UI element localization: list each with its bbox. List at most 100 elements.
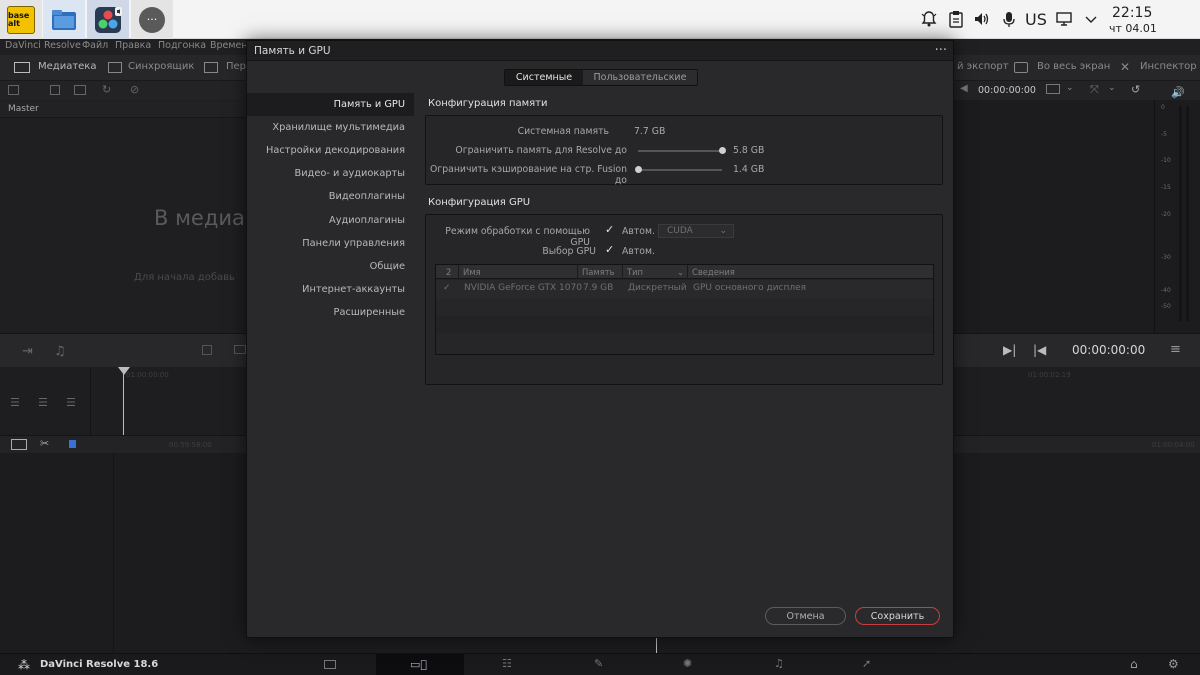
- bin-label[interactable]: Master: [8, 104, 39, 114]
- link-icon[interactable]: ⊘: [130, 83, 139, 96]
- gpu-table-header-name[interactable]: Имя: [463, 267, 481, 277]
- category-audio-plugins[interactable]: Аудиоплагины: [247, 208, 414, 231]
- basealt-app-button[interactable]: base alt: [0, 0, 42, 39]
- category-general[interactable]: Общие: [247, 255, 414, 278]
- sync-bin-button[interactable]: Синхроящик: [128, 61, 194, 72]
- settings-gear-icon[interactable]: ⚙: [1168, 657, 1179, 671]
- cut-page-tab[interactable]: ▭⃫: [376, 654, 464, 675]
- clip-view-icon[interactable]: [11, 439, 27, 450]
- transform-icon[interactable]: ⤧: [1090, 83, 1099, 97]
- menu-edit[interactable]: Правка: [115, 40, 151, 51]
- media-pool-header: Master: [0, 101, 246, 118]
- davinci-app-button[interactable]: [87, 0, 129, 39]
- inspector-button[interactable]: Инспектор: [1140, 61, 1197, 72]
- fusion-cache-slider-knob[interactable]: [634, 166, 642, 173]
- category-video-plugins[interactable]: Видеоплагины: [247, 185, 414, 208]
- gpu-mode-auto-checkbox[interactable]: ✓: [605, 223, 614, 236]
- notifications-icon[interactable]: [918, 8, 940, 30]
- transitions-button[interactable]: Пер: [226, 61, 246, 72]
- quick-export-button[interactable]: й экспорт: [957, 61, 1009, 72]
- microphone-icon[interactable]: [998, 8, 1020, 30]
- tab-user[interactable]: Пользовательские: [583, 70, 697, 85]
- fullscreen-button[interactable]: Во весь экран: [1037, 61, 1110, 72]
- media-pool-button[interactable]: Медиатека: [38, 61, 96, 72]
- save-button[interactable]: Сохранить: [855, 607, 940, 625]
- network-icon[interactable]: [1053, 8, 1075, 30]
- new-timeline-icon[interactable]: [74, 85, 86, 95]
- flag-icon[interactable]: [69, 440, 76, 448]
- menu-timeline[interactable]: Времен: [210, 40, 248, 51]
- resolve-memory-slider-track[interactable]: [638, 150, 722, 152]
- audio-toggle-icon[interactable]: ◀: [960, 83, 968, 94]
- frame-icon[interactable]: [234, 345, 246, 354]
- preferences-dialog: Память и GPU ··· Системные Пользовательс…: [246, 40, 954, 638]
- category-memory-gpu[interactable]: Память и GPU: [247, 93, 414, 117]
- gpu-table-header-count[interactable]: 2: [446, 267, 451, 277]
- menu-trim[interactable]: Подгонка: [158, 40, 206, 51]
- gpu-table-row[interactable]: ✓ NVIDIA GeForce GTX 1070 7.9 GB Дискрет…: [436, 280, 933, 298]
- more-options-icon[interactable]: ···: [935, 43, 947, 58]
- gpu-selection-auto-checkbox[interactable]: ✓: [605, 243, 614, 256]
- relink-icon[interactable]: ↻: [102, 83, 111, 96]
- panel-toggle-icon[interactable]: [8, 85, 19, 95]
- chevron-down-icon[interactable]: [1080, 8, 1102, 30]
- media-pool-icon[interactable]: [14, 62, 30, 73]
- track-options-icon[interactable]: ☰: [10, 396, 20, 409]
- gpu-row-checkbox[interactable]: ✓: [443, 283, 451, 293]
- track-options-icon[interactable]: ☰: [66, 396, 76, 409]
- speaker-icon[interactable]: 🔊: [1171, 86, 1185, 99]
- files-app-button[interactable]: [43, 0, 85, 39]
- home-icon[interactable]: ⌂: [1130, 657, 1138, 671]
- category-video-audio-io[interactable]: Видео- и аудиокарты: [247, 162, 414, 185]
- next-frame-icon[interactable]: ▶|: [1003, 343, 1016, 357]
- fullscreen-icon[interactable]: [1014, 62, 1028, 73]
- gpu-mode-select[interactable]: CUDA ⌄: [658, 224, 734, 238]
- cancel-button[interactable]: Отмена: [765, 607, 846, 625]
- prev-frame-icon[interactable]: |◀: [1033, 343, 1046, 357]
- deliver-page-icon[interactable]: ➚: [862, 657, 871, 670]
- column-divider: [458, 265, 459, 279]
- basealt-icon: base alt: [7, 5, 35, 34]
- menu-davinci[interactable]: DaVinci Resolve: [5, 40, 81, 51]
- clock-time[interactable]: 22:15: [1112, 5, 1152, 21]
- clipboard-icon[interactable]: [945, 8, 967, 30]
- gpu-table-header-memory[interactable]: Память: [582, 267, 615, 277]
- transitions-icon[interactable]: [204, 62, 218, 73]
- gpu-table-header-type[interactable]: Тип: [627, 267, 643, 277]
- more-apps-button[interactable]: ···: [131, 0, 173, 39]
- keyboard-layout[interactable]: US: [1025, 10, 1047, 29]
- category-advanced[interactable]: Расширенные: [247, 301, 414, 324]
- media-page-icon[interactable]: [324, 660, 336, 669]
- chevron-down-icon[interactable]: ⌄: [1066, 83, 1074, 93]
- sync-bin-icon[interactable]: [108, 62, 122, 73]
- new-bin-icon[interactable]: [50, 85, 60, 95]
- color-page-icon[interactable]: ✺: [683, 657, 692, 670]
- sort-chevron-icon[interactable]: ⌄: [677, 267, 684, 277]
- gpu-table-header-info[interactable]: Сведения: [692, 267, 735, 277]
- inspector-icon[interactable]: ✕: [1120, 60, 1130, 74]
- blade-icon[interactable]: ✂: [40, 437, 49, 450]
- snapshot-icon[interactable]: [202, 345, 212, 355]
- fairlight-page-icon[interactable]: ♫: [774, 657, 784, 670]
- track-options-icon[interactable]: ☰: [38, 396, 48, 409]
- edit-page-icon[interactable]: ☷: [502, 657, 512, 670]
- menu-file[interactable]: Файл: [82, 40, 108, 51]
- volume-icon[interactable]: [971, 8, 993, 30]
- audio-clip-icon[interactable]: ♫: [54, 344, 66, 359]
- loop-icon[interactable]: ↺: [1131, 83, 1140, 96]
- fusion-page-icon[interactable]: ✎: [594, 657, 603, 670]
- menu-lines-icon[interactable]: ≡: [1170, 342, 1181, 357]
- insert-clip-icon[interactable]: ⇥: [22, 344, 33, 359]
- fusion-cache-slider-track[interactable]: [638, 169, 722, 171]
- playhead[interactable]: [123, 367, 124, 435]
- playhead[interactable]: [656, 638, 657, 653]
- tab-system[interactable]: Системные: [505, 70, 583, 85]
- display-mode-icon[interactable]: [1046, 84, 1060, 94]
- category-decode-options[interactable]: Настройки декодирования: [247, 139, 414, 162]
- chevron-down-icon[interactable]: ⌄: [1108, 83, 1116, 93]
- resolve-memory-slider-knob[interactable]: [718, 147, 726, 154]
- category-internet-accounts[interactable]: Интернет-аккаунты: [247, 278, 414, 301]
- clock-date[interactable]: чт 04.01: [1109, 22, 1157, 35]
- category-media-storage[interactable]: Хранилище мультимедиа: [247, 116, 414, 139]
- category-control-panels[interactable]: Панели управления: [247, 232, 414, 255]
